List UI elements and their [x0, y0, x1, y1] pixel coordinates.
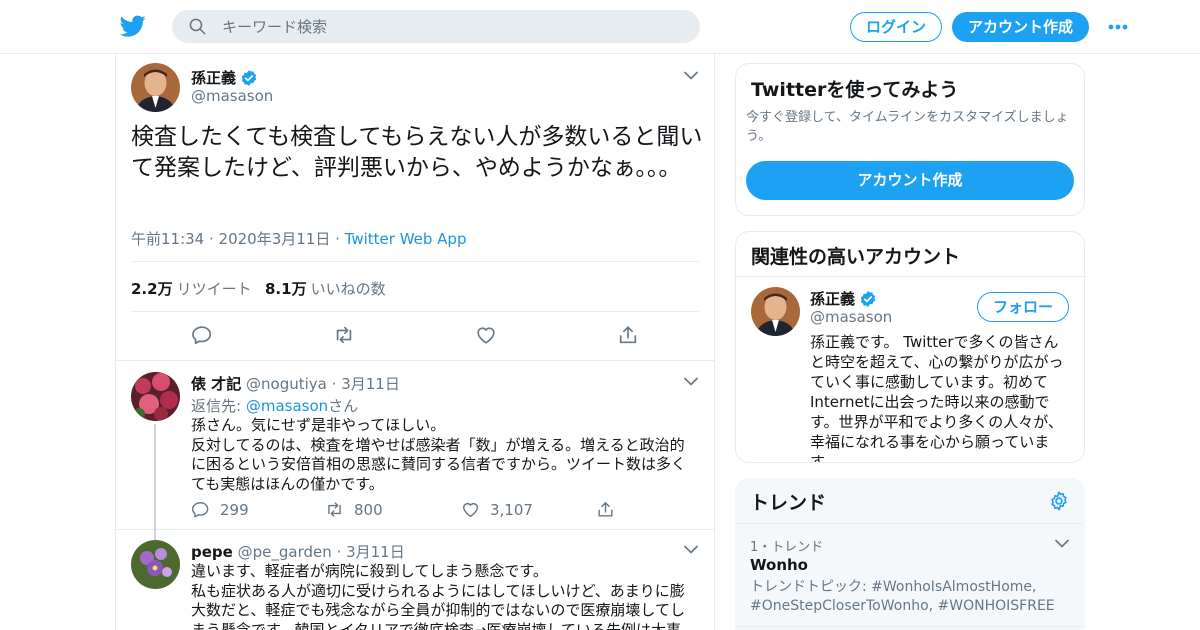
reply-author-name[interactable]: pepe: [191, 543, 233, 561]
like-icon: [463, 503, 478, 517]
twitter-logo-icon[interactable]: [120, 13, 146, 39]
separator-dot: ·: [336, 543, 342, 561]
trend-description: トレンドトピック: #WonhoIsAlmostHome, #OneStepCl…: [750, 579, 1055, 614]
like-count: 3,107: [490, 500, 533, 519]
main-timeline: 孫正義 @masason 検査したくても検査してもらえない人が多数いると聞いて発…: [115, 54, 715, 630]
avatar[interactable]: [131, 372, 180, 421]
trends-card: トレンド 1・トレンド Wonho トレンドトピック: #WonhoIsAlmo…: [735, 478, 1085, 630]
signup-card-description: 今すぐ登録して、タイムラインをカスタマイズしましょう。: [746, 110, 1069, 144]
related-name-text[interactable]: 孫正義: [810, 288, 855, 309]
author-name[interactable]: 孫正義: [191, 67, 258, 88]
timestamp-text[interactable]: 午前11:34 · 2020年3月11日 ·: [131, 230, 345, 248]
signup-card-button[interactable]: アカウント作成: [746, 161, 1074, 200]
verified-badge-icon: [860, 290, 876, 307]
reply-text: 違います、軽症者が病院に殺到してしまう懸念です。 私も症状ある人が適切に受けられ…: [191, 562, 685, 630]
source-app-link[interactable]: Twitter Web App: [345, 230, 467, 248]
signup-card-title: Twitterを使ってみよう: [751, 79, 959, 101]
reply-author-handle[interactable]: @nogutiya: [246, 375, 327, 393]
author-name-text[interactable]: 孫正義: [191, 67, 236, 88]
gear-icon[interactable]: [1048, 490, 1070, 512]
separator-dot: ·: [331, 375, 337, 393]
tweet-text: 検査したくても検査してもらえない人が多数いると聞いて発案したけど、評判悪いから、…: [131, 124, 703, 181]
tweet-timestamp: 午前11:34 · 2020年3月11日 · Twitter Web App: [131, 228, 466, 249]
reply-tweet[interactable]: pepe @pe_garden · 3月11日 違います、軽症者が病院に殺到して…: [116, 530, 714, 630]
login-button[interactable]: ログイン: [850, 12, 942, 42]
trend-rank: 1・トレンド: [750, 540, 824, 555]
reply-to-link[interactable]: @masason: [246, 397, 328, 415]
avatar[interactable]: [131, 540, 180, 589]
signup-button[interactable]: アカウント作成: [952, 12, 1089, 42]
trends-title: トレンド: [750, 492, 827, 514]
related-accounts-card: 関連性の高いアカウント 孫正義 @masason フォロー 孫正義です。 Twi…: [735, 231, 1085, 463]
retweet-label: リツイート: [176, 280, 252, 298]
more-options-icon[interactable]: [1107, 22, 1129, 32]
chevron-down-icon[interactable]: [684, 377, 698, 386]
reply-icon: [191, 502, 209, 518]
retweet-count: 800: [354, 500, 383, 519]
reply-date[interactable]: 3月11日: [341, 375, 400, 393]
share-icon[interactable]: [617, 324, 639, 346]
retweet-icon: [328, 502, 341, 517]
reply-icon[interactable]: [191, 324, 213, 346]
reply-date[interactable]: 3月11日: [346, 543, 405, 561]
divider: [736, 276, 1084, 277]
tweet-actions: [116, 322, 714, 352]
avatar[interactable]: [131, 63, 180, 112]
like-button[interactable]: 3,107: [461, 500, 533, 519]
reply-to-prefix: 返信先:: [191, 397, 246, 415]
main-tweet: 孫正義 @masason 検査したくても検査してもらえない人が多数いると聞いて発…: [116, 54, 714, 361]
search-box[interactable]: [172, 10, 700, 43]
divider: [735, 523, 1083, 524]
chevron-down-icon[interactable]: [684, 545, 698, 554]
reply-actions: 299 800 3,107: [191, 500, 631, 520]
thread-line: [154, 424, 156, 544]
reply-button[interactable]: 299: [191, 500, 249, 519]
related-title: 関連性の高いアカウント: [751, 246, 961, 268]
reply-author-handle[interactable]: @pe_garden: [238, 543, 332, 561]
avatar[interactable]: [751, 287, 800, 336]
like-stat[interactable]: 8.1万 いいねの数: [265, 278, 386, 299]
reply-to: 返信先: @masasonさん: [191, 395, 358, 416]
related-account-handle[interactable]: @masason: [810, 308, 892, 326]
author-handle[interactable]: @masason: [191, 87, 273, 105]
reply-text: 孫さん。気にせず是非やってほしい。 反対してるのは、検査を増やせば感染者「数」が…: [191, 416, 687, 493]
follow-button[interactable]: フォロー: [977, 292, 1069, 322]
reply-to-suffix: さん: [328, 397, 359, 415]
tweet-stats: 2.2万 リツイート 8.1万 いいねの数: [131, 261, 699, 312]
retweet-button[interactable]: 800: [325, 500, 383, 519]
reply-header: 俵 才記 @nogutiya · 3月11日: [191, 373, 400, 394]
retweet-icon[interactable]: [333, 324, 355, 346]
reply-header: pepe @pe_garden · 3月11日: [191, 541, 405, 562]
divider: [735, 626, 1083, 627]
search-icon: [189, 18, 206, 35]
trend-name[interactable]: Wonho: [750, 556, 808, 574]
like-count: 8.1万: [265, 280, 307, 298]
share-button[interactable]: [596, 500, 615, 519]
related-account-bio: 孫正義です。 Twitterで多くの皆さんと時空を超えて、心の繋がりが広がってい…: [810, 333, 1064, 463]
signup-card: Twitterを使ってみよう 今すぐ登録して、タイムラインをカスタマイズしましょ…: [735, 63, 1085, 216]
share-icon: [598, 502, 613, 517]
like-icon[interactable]: [475, 324, 497, 346]
retweet-count: 2.2万: [131, 280, 173, 298]
verified-badge-icon: [241, 69, 257, 86]
like-label: いいねの数: [310, 280, 386, 298]
top-bar: ログイン アカウント作成: [0, 0, 1200, 54]
related-account-name[interactable]: 孫正義: [810, 288, 877, 309]
search-input[interactable]: [222, 10, 682, 43]
reply-tweet[interactable]: 俵 才記 @nogutiya · 3月11日 返信先: @masasonさん 孫…: [116, 362, 714, 544]
chevron-down-icon[interactable]: [1055, 539, 1069, 548]
reply-count: 299: [220, 500, 249, 519]
chevron-down-icon[interactable]: [684, 71, 698, 80]
retweet-stat[interactable]: 2.2万 リツイート: [131, 278, 252, 299]
reply-author-name[interactable]: 俵 才記: [191, 375, 241, 393]
